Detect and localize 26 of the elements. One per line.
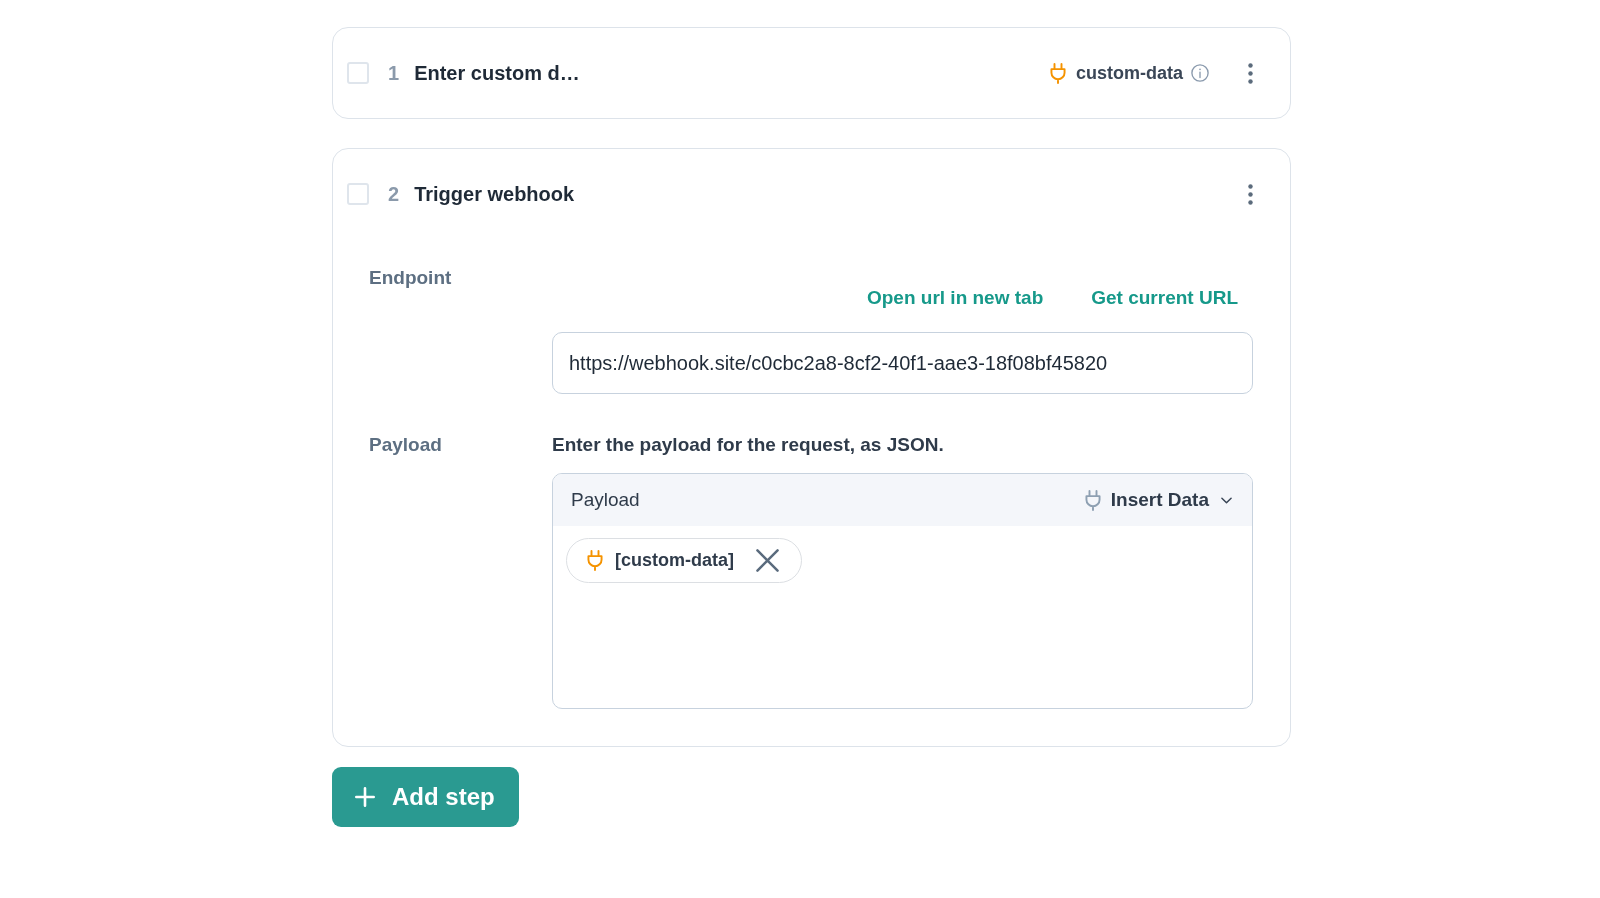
plug-icon	[1050, 62, 1066, 84]
plus-icon	[355, 787, 375, 807]
plug-icon	[587, 550, 603, 571]
payload-editor[interactable]: Payload Insert Data [custom-data]	[552, 473, 1253, 709]
step-title: Enter custom d…	[414, 61, 580, 85]
step-checkbox[interactable]	[347, 62, 369, 84]
plug-icon	[1084, 489, 1101, 511]
step-checkbox[interactable]	[347, 183, 369, 205]
more-icon[interactable]	[1248, 62, 1253, 84]
field-description: Enter the payload for the request, as JSON.	[552, 433, 944, 457]
insert-data-button[interactable]: Insert Data	[1084, 489, 1232, 511]
remove-icon[interactable]	[756, 549, 779, 572]
action-link[interactable]: Open url in new tab	[866, 286, 1044, 310]
info-icon[interactable]	[1191, 64, 1209, 82]
more-icon[interactable]	[1248, 183, 1253, 205]
url-input[interactable]: https://webhook.site/c0cbc2a8-8cf2-40f1-aae3-18f08bf45820	[552, 332, 1253, 394]
action-link[interactable]: Get current URL	[1091, 286, 1238, 310]
data-token[interactable]: [custom-data]	[566, 538, 802, 583]
editor-title: Payload	[571, 489, 640, 511]
caret-icon	[1221, 496, 1232, 504]
step-number: 1	[388, 61, 400, 85]
step-title: Trigger webhook	[414, 182, 575, 206]
step-number: 2	[388, 182, 400, 206]
field-label: Endpoint	[369, 266, 452, 290]
output-label: custom-data	[1076, 62, 1183, 84]
field-label: Payload	[369, 433, 442, 457]
